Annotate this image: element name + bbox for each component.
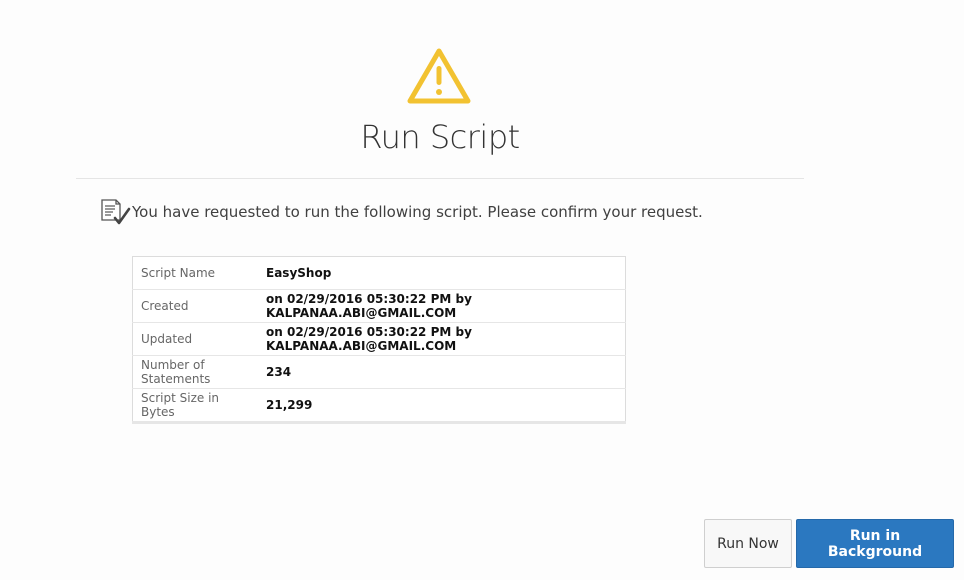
updated-label: Updated (132, 322, 262, 356)
table-row: Script Size in Bytes 21,299 (132, 388, 626, 424)
warning-icon (407, 48, 471, 104)
table-row: Script Name EasyShop (132, 256, 626, 290)
script-name-value: EasyShop (262, 256, 626, 290)
table-row: Updated on 02/29/2016 05:30:22 PM by KAL… (132, 322, 626, 356)
run-in-background-button[interactable]: Run in Background (796, 519, 954, 568)
created-value: on 02/29/2016 05:30:22 PM by KALPANAA.AB… (262, 289, 626, 323)
script-document-icon (101, 199, 131, 225)
confirmation-text: You have requested to run the following … (132, 203, 703, 221)
divider (76, 178, 804, 179)
statements-label: Number of Statements (132, 355, 262, 389)
dialog-title: Run Script (360, 118, 520, 156)
script-size-value: 21,299 (262, 388, 626, 424)
created-label: Created (132, 289, 262, 323)
updated-value: on 02/29/2016 05:30:22 PM by KALPANAA.AB… (262, 322, 626, 356)
statements-value: 234 (262, 355, 626, 389)
table-row: Created on 02/29/2016 05:30:22 PM by KAL… (132, 289, 626, 323)
confirmation-message: You have requested to run the following … (100, 198, 703, 226)
table-row: Number of Statements 234 (132, 355, 626, 389)
run-now-button[interactable]: Run Now (704, 519, 792, 568)
script-details-table: Script Name EasyShop Created on 02/29/20… (132, 256, 626, 424)
script-size-label: Script Size in Bytes (132, 388, 262, 424)
script-name-label: Script Name (132, 256, 262, 290)
